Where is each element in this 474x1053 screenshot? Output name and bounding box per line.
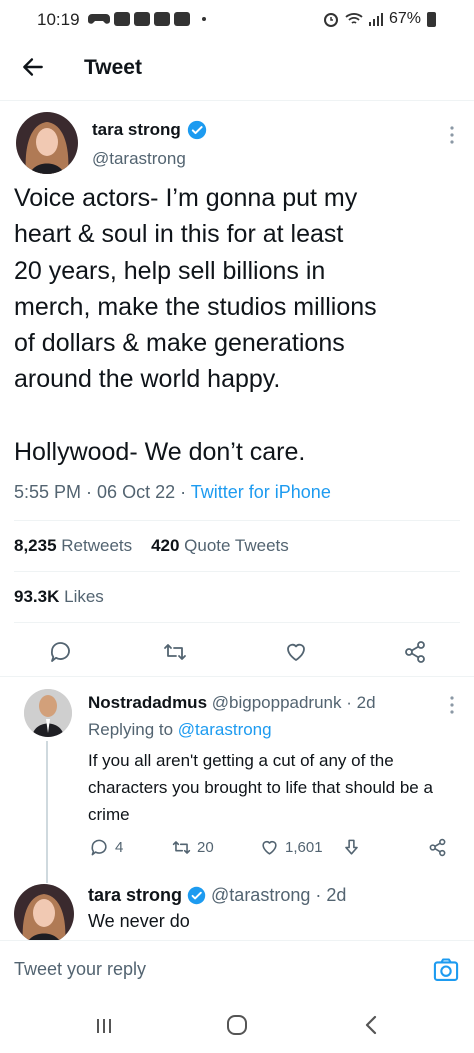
youtube-icon (154, 12, 170, 26)
avatar-portrait-icon (14, 884, 74, 944)
status-time: 10:19 (37, 10, 80, 29)
retweet-icon (172, 841, 191, 854)
reply-author-handle[interactable]: @bigpoppadrunk (212, 693, 342, 712)
reply-text: If you all aren't getting a cut of any o… (88, 751, 433, 824)
quotes-label: Quote Tweets (184, 536, 289, 555)
system-status-icons: 67% (323, 10, 436, 28)
page-title: Tweet (84, 56, 142, 79)
share-icon (429, 838, 446, 857)
youtube-icon (174, 12, 190, 26)
reply2-age: 2d (326, 885, 347, 905)
actions-divider (0, 676, 474, 677)
stats-divider (14, 571, 460, 572)
reply-downvote-button[interactable] (342, 838, 361, 857)
youtube-icon (114, 12, 130, 26)
author-name[interactable]: tara strong (92, 120, 181, 140)
tweet-text: Voice actors- I’m gonna put my heart & s… (14, 180, 464, 470)
author-handle[interactable]: @tarastrong (92, 149, 186, 169)
meta-divider (14, 520, 460, 521)
likes-stat[interactable]: 93.3K Likes (14, 587, 104, 607)
wifi-icon (345, 13, 363, 24)
reply-share-button[interactable] (428, 838, 447, 857)
thread-line (46, 741, 48, 883)
replying-to: Replying to @tarastrong (88, 720, 272, 740)
reply2-author-name[interactable]: tara strong (88, 885, 182, 906)
tweet-text-line: around the world happy. (14, 365, 281, 394)
tweet-source-link[interactable]: Twitter for iPhone (191, 482, 331, 502)
reply-icon[interactable] (49, 640, 73, 664)
avatar-portrait-icon (24, 689, 72, 737)
youtube-icon (134, 12, 150, 26)
replying-to-label: Replying to (88, 720, 174, 739)
reply-actions: 4 20 1,601 (88, 835, 458, 863)
reply-retweet-button[interactable]: 20 (172, 838, 214, 857)
replying-to-handle[interactable]: @tarastrong (178, 720, 272, 739)
likes-divider (14, 622, 460, 623)
reply-header: Nostradadmus @bigpoppadrunk · 2d (88, 693, 376, 712)
avatar-portrait-icon (16, 112, 78, 174)
retweets-label: Retweets (61, 536, 133, 555)
reply2-author-avatar[interactable] (14, 884, 74, 944)
more-options-icon[interactable] (449, 125, 455, 145)
reply-icon (91, 839, 107, 856)
reply2-header: tara strong @tarastrong · 2d (88, 885, 347, 906)
like-heart-icon[interactable] (284, 640, 308, 664)
retweets-count: 8,235 (14, 536, 57, 555)
reply-composer: Tweet your reply (0, 940, 474, 996)
tweet-date: 06 Oct 22 (97, 482, 176, 502)
battery-icon (427, 11, 436, 27)
tweet-text-line: heart & soul in this for at least (14, 220, 344, 249)
share-icon[interactable] (403, 640, 427, 664)
reply-like-count: 1,601 (285, 839, 323, 856)
reply-reply-count: 4 (115, 839, 124, 856)
downvote-arrow-icon (345, 839, 358, 855)
reply-reply-button[interactable]: 4 (90, 838, 123, 857)
top-app-bar: Tweet (0, 42, 474, 96)
system-navigation-bar (0, 998, 474, 1053)
reply-age: 2d (356, 693, 376, 712)
tweet-time: 5:55 PM (14, 482, 82, 502)
back-arrow-icon[interactable] (20, 54, 46, 80)
reply-input[interactable]: Tweet your reply (14, 959, 146, 980)
home-icon[interactable] (226, 1014, 248, 1036)
status-bar: 10:19 67% (0, 0, 474, 40)
author-name-row: tara strong (92, 120, 207, 140)
author-avatar[interactable] (16, 112, 78, 174)
game-controller-icon (88, 14, 110, 24)
header-divider (0, 100, 474, 101)
tweet-text-line: Hollywood- We don’t care. (14, 437, 306, 466)
like-heart-icon (262, 840, 277, 855)
tweet-text-line: Voice actors- I’m gonna put my (14, 184, 358, 212)
tweet-meta: 5:55 PM · 06 Oct 22 · Twitter for iPhone (14, 482, 331, 502)
reply2-text: We never do (88, 911, 190, 931)
tweet-stats-row: 8,235 Retweets 420 Quote Tweets (14, 536, 289, 556)
battery-percent: 67% (388, 10, 421, 27)
notification-icons (88, 12, 206, 26)
reply2-author-handle[interactable]: @tarastrong (211, 885, 310, 906)
retweets-stat[interactable]: 8,235 Retweets (14, 536, 132, 555)
tweet-text-line: of dollars & make generations (14, 329, 345, 358)
camera-icon[interactable] (432, 956, 460, 984)
reply-author-name[interactable]: Nostradadmus (88, 693, 207, 712)
tweet-text-line: merch, make the studios millions (14, 292, 377, 321)
reply-like-button[interactable]: 1,601 (260, 838, 323, 857)
reply-author-avatar[interactable] (24, 689, 72, 737)
quote-tweets-stat[interactable]: 420 Quote Tweets (151, 536, 289, 555)
likes-count: 93.3K (14, 587, 60, 606)
tweet-text-line: 20 years, help sell billions in (14, 256, 326, 285)
system-back-icon[interactable] (362, 1014, 380, 1036)
verified-badge-icon (187, 886, 206, 905)
quotes-count: 420 (151, 536, 180, 555)
retweet-icon[interactable] (163, 640, 187, 664)
likes-label: Likes (64, 587, 104, 606)
recent-apps-icon[interactable] (94, 1016, 114, 1036)
verified-badge-icon (187, 120, 206, 140)
reply-retweet-count: 20 (197, 839, 214, 856)
more-notifications-dot-icon (202, 17, 206, 21)
alarm-icon (323, 13, 338, 27)
signal-icon (368, 13, 383, 26)
reply-more-options-icon[interactable] (449, 695, 455, 715)
